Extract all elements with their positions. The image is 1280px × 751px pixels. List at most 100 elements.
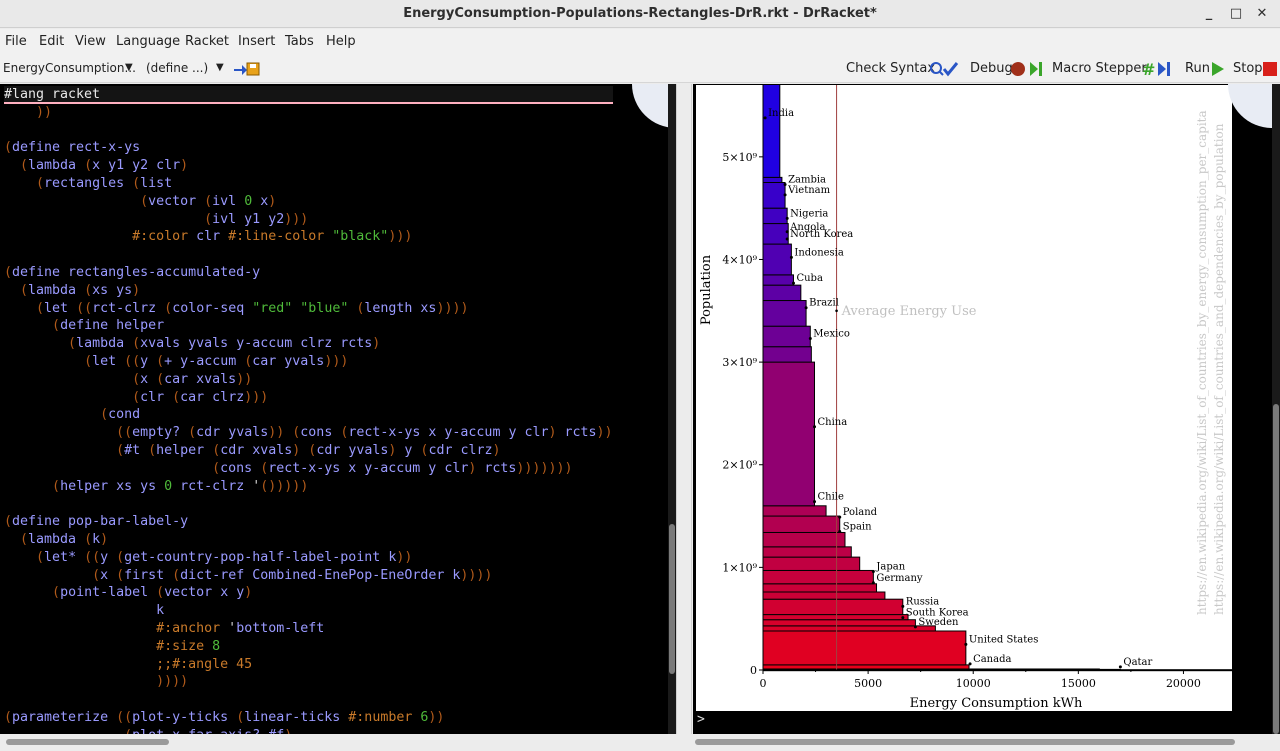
debug-button[interactable]: Debug	[970, 61, 1013, 76]
repl-prompt[interactable]: >	[697, 712, 705, 727]
country-label: Mexico	[813, 329, 850, 340]
code-line[interactable]: (lambda (xs ys)	[4, 282, 613, 300]
menu-racket[interactable]: Racket	[185, 34, 229, 49]
code-line[interactable]: (ivl y1 y2)))	[4, 211, 613, 229]
chart-bar	[762, 325, 811, 348]
country-point	[789, 255, 793, 259]
country-label: Russia	[906, 596, 939, 607]
y-tick-label: 0	[750, 664, 757, 677]
country-point	[783, 193, 787, 197]
scroll-thumb[interactable]	[6, 739, 169, 745]
run-button[interactable]: Run	[1185, 61, 1210, 76]
code-line[interactable]: (helper xs ys 0 rct-clrz '()))))	[4, 478, 613, 496]
definitions-editor[interactable]: #lang racket )) (define rect-x-ys (lambda…	[0, 84, 676, 734]
code-line[interactable]: (let ((rct-clrz (color-seq "red" "blue" …	[4, 300, 613, 318]
code-line[interactable]: ;;#:angle 45	[4, 656, 613, 674]
chart-bar	[762, 346, 812, 363]
country-point	[871, 569, 875, 573]
code-line[interactable]	[4, 246, 613, 264]
stop-button[interactable]: Stop	[1233, 61, 1263, 76]
menu-help[interactable]: Help	[326, 34, 356, 49]
menu-file[interactable]: File	[5, 34, 27, 49]
menu-tabs[interactable]: Tabs	[285, 34, 314, 49]
code-line[interactable]: (let ((y (+ y-accum (car yvals)))	[4, 353, 613, 371]
macro-stepper-button[interactable]: Macro Stepper	[1052, 61, 1147, 76]
code-line[interactable]: k	[4, 602, 613, 620]
chart-bar	[762, 630, 967, 666]
country-point	[813, 425, 817, 429]
x-tick-label: 20000	[1166, 677, 1201, 690]
country-point	[808, 337, 812, 340]
code-line[interactable]: (lambda (k)	[4, 531, 613, 549]
code-line[interactable]: ((empty? (cdr yvals)) (cons (rect-x-ys x…	[4, 424, 612, 442]
code-line[interactable]: ))))	[4, 673, 613, 691]
minimize-button[interactable]: _	[1199, 4, 1219, 24]
code-line[interactable]: ))	[4, 104, 613, 122]
check-syntax-button[interactable]: Check Syntax	[846, 61, 935, 76]
x-tick-label: 5000	[854, 677, 882, 690]
stop-icon	[1263, 62, 1277, 76]
collapse-corner-icon[interactable]	[1228, 84, 1272, 128]
code-line[interactable]: (x (car xvals))	[4, 371, 613, 389]
code-line[interactable]: #lang racket	[4, 86, 613, 104]
scroll-thumb[interactable]	[669, 524, 675, 674]
code-line[interactable]: (cons (rect-x-ys x y-accum y clr) rcts))…	[4, 460, 613, 478]
country-point	[1118, 665, 1122, 669]
country-label: Qatar	[1123, 657, 1152, 668]
menu-language[interactable]: Language	[116, 34, 180, 49]
file-dropdown[interactable]: EnergyConsumption...	[3, 61, 136, 75]
code-line[interactable]: (lambda (x y1 y2 clr)	[4, 157, 613, 175]
code-line[interactable]: (let* ((y (get-country-pop-half-label-po…	[4, 549, 613, 567]
x-tick-label: 15000	[1061, 677, 1096, 690]
code-line[interactable]: (clr (car clrz)))	[4, 389, 613, 407]
code-line[interactable]: (plot-x-far-axis? #f)	[4, 727, 613, 734]
interactions-vertical-scrollbar[interactable]	[1272, 84, 1280, 734]
save-arrow-icon[interactable]	[233, 61, 261, 77]
interactions-horizontal-scrollbar[interactable]	[693, 734, 1280, 751]
scroll-thumb[interactable]	[695, 739, 1235, 745]
code-line[interactable]: (define pop-bar-label-y	[4, 513, 613, 531]
code-line[interactable]: #:anchor 'bottom-left	[4, 620, 613, 638]
country-point	[783, 183, 787, 187]
chevron-down-icon[interactable]: ▼	[216, 62, 224, 73]
code-line[interactable]: (x (first (dict-ref Combined-EnePop-EneO…	[4, 567, 613, 585]
pane-divider[interactable]	[676, 84, 692, 734]
code-line[interactable]: (define rectangles-accumulated-y	[4, 264, 613, 282]
code-line[interactable]	[4, 122, 613, 140]
chart-bar	[762, 546, 852, 558]
define-dropdown[interactable]: (define ...)	[146, 61, 208, 75]
code-line[interactable]: (parameterize ((plot-y-ticks (linear-tic…	[4, 709, 613, 727]
code-line[interactable]: (lambda (xvals yvals y-accum clrz rcts)	[4, 335, 613, 353]
menu-bar: File Edit View Language Racket Insert Ta…	[0, 29, 1280, 55]
menu-insert[interactable]: Insert	[238, 34, 275, 49]
code-line[interactable]: (define rect-x-ys	[4, 139, 613, 157]
chart-bar	[762, 505, 827, 517]
code-text[interactable]: #lang racket )) (define rect-x-ys (lambda…	[4, 86, 613, 734]
maximize-button[interactable]: □	[1226, 4, 1246, 24]
code-line[interactable]: (point-label (vector x y)	[4, 584, 613, 602]
scroll-thumb[interactable]	[1273, 404, 1279, 734]
editor-horizontal-scrollbar[interactable]	[0, 734, 676, 751]
country-point	[913, 625, 917, 629]
chevron-down-icon[interactable]: ▼	[125, 62, 133, 73]
interactions-pane[interactable]: https://en.wikipedia.org/wiki/List_of_co…	[693, 84, 1280, 734]
editor-vertical-scrollbar[interactable]	[668, 84, 676, 734]
code-line[interactable]: (define helper	[4, 317, 613, 335]
close-button[interactable]: ✕	[1252, 4, 1272, 24]
menu-view[interactable]: View	[75, 34, 106, 49]
chart-bar	[762, 207, 788, 225]
code-line[interactable]: #:size 8	[4, 638, 613, 656]
chart-bar	[762, 614, 909, 621]
source-url-text: https://en.wikipedia.org/wiki/List_of_co…	[1212, 123, 1226, 615]
code-line[interactable]: (vector (ivl 0 x)	[4, 193, 613, 211]
code-line[interactable]: (cond	[4, 406, 613, 424]
bug-icon	[1011, 62, 1042, 76]
menu-edit[interactable]: Edit	[39, 34, 64, 49]
code-line[interactable]: #:color clr #:line-color "black")))	[4, 228, 613, 246]
chart-bar	[762, 243, 792, 276]
code-line[interactable]: (#t (helper (cdr xvals) (cdr yvals) y (c…	[4, 442, 613, 460]
country-point	[785, 237, 789, 241]
code-line[interactable]	[4, 495, 613, 513]
code-line[interactable]: (rectangles (list	[4, 175, 613, 193]
code-line[interactable]	[4, 691, 613, 709]
